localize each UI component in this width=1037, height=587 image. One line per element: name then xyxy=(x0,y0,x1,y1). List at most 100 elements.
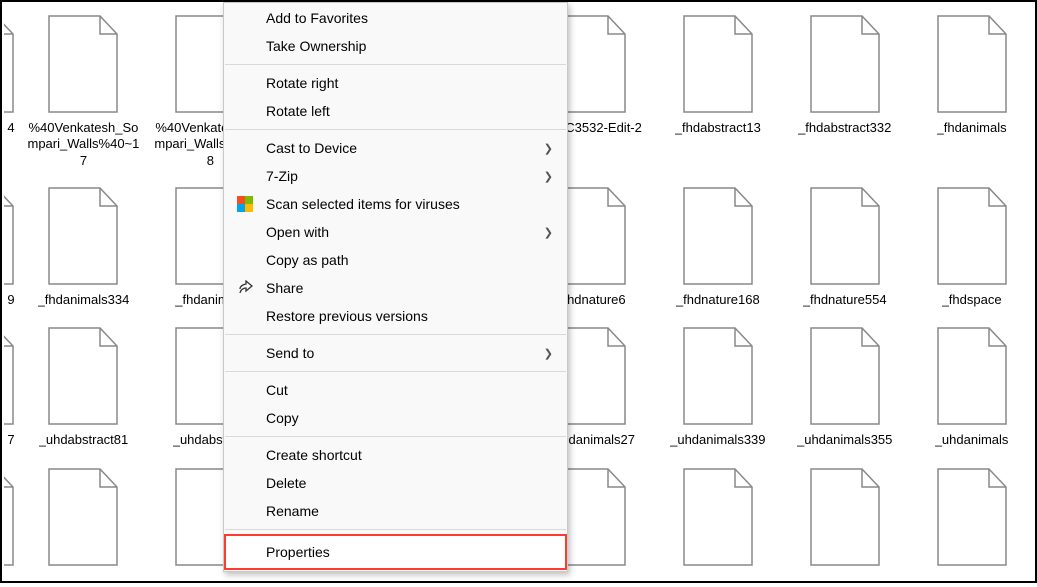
file-icon xyxy=(4,467,18,567)
menu-item-label: Copy as path xyxy=(266,252,349,268)
menu-separator xyxy=(225,334,566,335)
file-icon xyxy=(4,14,18,114)
menu-item-label: 7-Zip xyxy=(266,168,298,184)
file-item[interactable]: 9 xyxy=(2,182,20,322)
file-label: _fhdanimals xyxy=(937,120,1007,136)
submenu-arrow-icon: ❯ xyxy=(544,347,553,360)
menu-separator xyxy=(225,64,566,65)
menu-item-cast-to-device[interactable]: Cast to Device ❯ xyxy=(224,134,567,162)
menu-item-label: Add to Favorites xyxy=(266,10,368,26)
file-icon xyxy=(679,14,757,114)
menu-item-label: Send to xyxy=(266,345,314,361)
file-item[interactable]: _fhdanimals xyxy=(908,10,1035,182)
context-menu: Add to Favorites Take Ownership Rotate r… xyxy=(223,2,568,572)
menu-separator xyxy=(225,371,566,372)
menu-item-take-ownership[interactable]: Take Ownership xyxy=(224,32,567,60)
file-icon xyxy=(806,326,884,426)
menu-item-label: Take Ownership xyxy=(266,38,366,54)
menu-item-cut[interactable]: Cut xyxy=(224,376,567,404)
menu-item-7zip[interactable]: 7-Zip ❯ xyxy=(224,162,567,190)
menu-item-label: Open with xyxy=(266,224,329,240)
menu-item-send-to[interactable]: Send to ❯ xyxy=(224,339,567,367)
menu-item-label: Cast to Device xyxy=(266,140,357,156)
file-item[interactable] xyxy=(781,463,908,587)
file-icon xyxy=(679,326,757,426)
file-icon xyxy=(806,467,884,567)
menu-item-open-with[interactable]: Open with ❯ xyxy=(224,218,567,246)
submenu-arrow-icon: ❯ xyxy=(544,226,553,239)
menu-item-rename[interactable]: Rename xyxy=(224,497,567,525)
menu-item-label: Rotate left xyxy=(266,103,330,119)
file-label: _uhdanimals355 xyxy=(797,432,892,448)
file-item[interactable]: _uhdabstract81 xyxy=(20,322,147,462)
file-item[interactable] xyxy=(20,463,147,587)
file-icon xyxy=(44,14,122,114)
file-item[interactable] xyxy=(908,463,1035,587)
file-icon xyxy=(679,467,757,567)
file-icon xyxy=(4,326,18,426)
file-icon xyxy=(44,326,122,426)
menu-item-copy-as-path[interactable]: Copy as path xyxy=(224,246,567,274)
file-label: 4 xyxy=(7,120,14,136)
menu-item-label: Scan selected items for viruses xyxy=(266,196,460,212)
file-label: 9 xyxy=(7,292,14,308)
file-item[interactable]: _fhdnature554 xyxy=(781,182,908,322)
share-icon xyxy=(236,279,254,297)
menu-item-create-shortcut[interactable]: Create shortcut xyxy=(224,441,567,469)
file-item[interactable]: _fhdabstract332 xyxy=(781,10,908,182)
menu-item-properties[interactable]: Properties xyxy=(224,534,567,570)
file-item[interactable] xyxy=(654,463,781,587)
file-item[interactable]: _uhdanimals xyxy=(908,322,1035,462)
menu-item-label: Delete xyxy=(266,475,306,491)
submenu-arrow-icon: ❯ xyxy=(544,142,553,155)
file-label: _uhdabstract81 xyxy=(39,432,129,448)
menu-item-rotate-right[interactable]: Rotate right xyxy=(224,69,567,97)
menu-item-delete[interactable]: Delete xyxy=(224,469,567,497)
file-icon xyxy=(933,186,1011,286)
menu-item-copy[interactable]: Copy xyxy=(224,404,567,432)
file-item[interactable]: _fhdspace xyxy=(908,182,1035,322)
menu-item-restore-previous[interactable]: Restore previous versions xyxy=(224,302,567,330)
menu-separator xyxy=(225,436,566,437)
menu-item-label: Cut xyxy=(266,382,288,398)
menu-item-label: Properties xyxy=(266,544,330,560)
file-item[interactable] xyxy=(2,463,20,587)
menu-item-label: Rotate right xyxy=(266,75,338,91)
menu-item-label: Restore previous versions xyxy=(266,308,428,324)
file-item[interactable]: 4 xyxy=(2,10,20,182)
file-item[interactable]: %40Venkatesh_Sompari_Walls%40~17 xyxy=(20,10,147,182)
file-item[interactable]: _fhdabstract13 xyxy=(654,10,781,182)
file-label: _fhdabstract332 xyxy=(798,120,891,136)
file-icon xyxy=(679,186,757,286)
file-icon xyxy=(4,186,18,286)
file-label: 7 xyxy=(7,432,14,448)
menu-item-share[interactable]: Share xyxy=(224,274,567,302)
menu-item-label: Share xyxy=(266,280,303,296)
file-label: _fhdspace xyxy=(942,292,1002,308)
file-label: _uhdanimals xyxy=(935,432,1009,448)
menu-item-label: Create shortcut xyxy=(266,447,362,463)
file-label: _fhdanimals334 xyxy=(38,292,130,308)
menu-item-add-to-favorites[interactable]: Add to Favorites xyxy=(224,4,567,32)
menu-item-scan-viruses[interactable]: Scan selected items for viruses xyxy=(224,190,567,218)
file-icon xyxy=(933,467,1011,567)
submenu-arrow-icon: ❯ xyxy=(544,170,553,183)
file-item[interactable]: _uhdanimals355 xyxy=(781,322,908,462)
file-item[interactable]: 7 xyxy=(2,322,20,462)
menu-item-rotate-left[interactable]: Rotate left xyxy=(224,97,567,125)
file-item[interactable]: _fhdnature168 xyxy=(654,182,781,322)
file-icon xyxy=(806,14,884,114)
menu-item-label: Copy xyxy=(266,410,299,426)
file-label: _uhdanimals339 xyxy=(670,432,765,448)
file-item[interactable]: _fhdanimals334 xyxy=(20,182,147,322)
file-label: _fhdnature168 xyxy=(676,292,760,308)
file-icon xyxy=(933,326,1011,426)
file-label: _fhdabstract13 xyxy=(675,120,761,136)
file-icon xyxy=(933,14,1011,114)
antivirus-icon xyxy=(236,195,254,213)
file-icon xyxy=(806,186,884,286)
menu-separator xyxy=(225,529,566,530)
menu-separator xyxy=(225,129,566,130)
file-label: %40Venkatesh_Sompari_Walls%40~17 xyxy=(24,120,143,168)
file-item[interactable]: _uhdanimals339 xyxy=(654,322,781,462)
